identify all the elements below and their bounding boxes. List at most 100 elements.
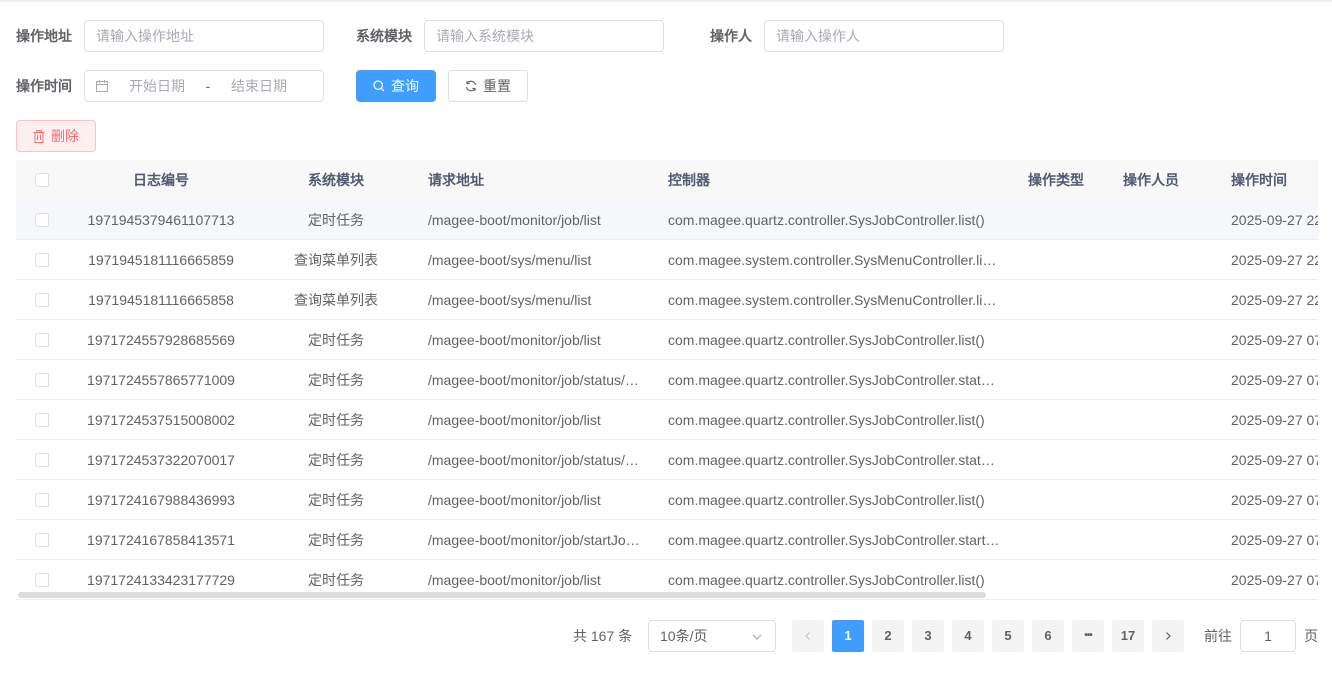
cell-url: /magee-boot/monitor/job/list [428, 332, 601, 348]
row-checkbox[interactable] [35, 453, 49, 467]
page-1[interactable]: 1 [832, 620, 864, 652]
start-date-input[interactable]: 开始日期 [122, 76, 192, 96]
module-input-wrapper [424, 20, 664, 52]
delete-button-label: 删除 [51, 128, 79, 144]
horizontal-scrollbar[interactable] [18, 592, 986, 598]
cell-time: 2025-09-27 07 [1231, 452, 1318, 468]
cell-time: 2025-09-27 07 [1231, 572, 1318, 588]
cell-user [1111, 440, 1191, 480]
column-header-type[interactable]: 操作类型 [1016, 160, 1096, 200]
module-input[interactable] [425, 21, 663, 51]
column-header-time[interactable]: 操作时间 [1231, 160, 1318, 200]
cell-url: /magee-boot/monitor/job/startJo… [428, 532, 640, 548]
row-checkbox[interactable] [35, 533, 49, 547]
trash-icon [33, 129, 45, 143]
cell-id: 1971724537515008002 [87, 412, 235, 428]
row-checkbox[interactable] [35, 333, 49, 347]
chevron-right-icon [1166, 632, 1171, 640]
cell-user [1111, 520, 1191, 560]
date-separator: - [205, 78, 211, 94]
row-checkbox[interactable] [35, 573, 49, 587]
date-range-picker[interactable]: 开始日期 - 结束日期 [84, 70, 324, 102]
cell-type [1016, 520, 1096, 560]
cell-module: 定时任务 [308, 532, 364, 548]
table-row[interactable]: 1971724537322070017 定时任务/magee-boot/monit… [16, 440, 1318, 480]
cell-controller: com.magee.system.controller.SysMenuContr… [668, 252, 997, 268]
cell-id: 1971724557928685569 [87, 332, 235, 348]
next-page-button[interactable] [1152, 620, 1184, 652]
column-header-controller[interactable]: 控制器 [668, 160, 1000, 200]
table-row[interactable]: 1971724537515008002 定时任务/magee-boot/monit… [16, 400, 1318, 440]
cell-controller: com.magee.quartz.controller.SysJobContro… [668, 332, 985, 348]
reset-button[interactable]: 重置 [448, 70, 528, 102]
cell-time: 2025-09-27 07 [1231, 332, 1318, 348]
table-row[interactable]: 1971724557928685569 定时任务/magee-boot/monit… [16, 320, 1318, 360]
page-5[interactable]: 5 [992, 620, 1024, 652]
cell-module: 查询菜单列表 [294, 252, 378, 268]
row-checkbox[interactable] [35, 253, 49, 267]
table-row[interactable]: 1971724167988436993 定时任务/magee-boot/monit… [16, 480, 1318, 520]
cell-module: 定时任务 [308, 212, 364, 228]
column-header-id[interactable]: 日志编号 [76, 160, 246, 200]
column-header-user[interactable]: 操作人员 [1111, 160, 1191, 200]
table-row[interactable]: 1971724557865771009 定时任务/magee-boot/monit… [16, 360, 1318, 400]
table-row[interactable]: 1971945181116665858 查询菜单列表/magee-boot/sys… [16, 280, 1318, 320]
page-6[interactable]: 6 [1032, 620, 1064, 652]
search-button[interactable]: 查询 [356, 70, 436, 102]
prev-page-button[interactable] [792, 620, 824, 652]
page-2[interactable]: 2 [872, 620, 904, 652]
row-checkbox[interactable] [35, 493, 49, 507]
cell-type [1016, 560, 1096, 600]
operator-input[interactable] [765, 21, 1003, 51]
cell-user [1111, 480, 1191, 520]
delete-button[interactable]: 删除 [16, 120, 96, 152]
page-size-select[interactable]: 10条/页 [648, 620, 776, 652]
cell-module: 查询菜单列表 [294, 292, 378, 308]
cell-type [1016, 400, 1096, 440]
module-label: 系统模块 [356, 28, 412, 44]
cell-url: /magee-boot/monitor/job/status/… [428, 452, 639, 468]
cell-user [1111, 560, 1191, 600]
cell-module: 定时任务 [308, 492, 364, 508]
operation-log-table: 日志编号 系统模块 请求地址 控制器 操作类型 操作人员 操作时间 197194… [16, 160, 1318, 600]
page-17[interactable]: 17 [1112, 620, 1144, 652]
table-row[interactable]: 1971724167858413571 定时任务/magee-boot/monit… [16, 520, 1318, 560]
cell-user [1111, 360, 1191, 400]
row-checkbox[interactable] [35, 293, 49, 307]
cell-id: 1971724537322070017 [87, 452, 235, 468]
select-all-checkbox[interactable] [35, 173, 49, 187]
row-checkbox[interactable] [35, 373, 49, 387]
end-date-input[interactable]: 结束日期 [224, 76, 294, 96]
table-row[interactable]: 1971945379461107713 定时任务/magee-boot/monit… [16, 200, 1318, 240]
cell-id: 1971724167988436993 [87, 492, 235, 508]
chevron-left-icon [805, 632, 810, 640]
cell-type [1016, 360, 1096, 400]
cell-module: 定时任务 [308, 452, 364, 468]
table-row[interactable]: 1971945181116665859 查询菜单列表/magee-boot/sys… [16, 240, 1318, 280]
row-checkbox[interactable] [35, 213, 49, 227]
page-4[interactable]: 4 [952, 620, 984, 652]
cell-user [1111, 200, 1191, 240]
address-input[interactable] [85, 21, 323, 51]
row-checkbox[interactable] [35, 413, 49, 427]
cell-user [1111, 400, 1191, 440]
column-header-url[interactable]: 请求地址 [428, 160, 644, 200]
cell-url: /magee-boot/monitor/job/list [428, 212, 601, 228]
cell-controller: com.magee.quartz.controller.SysJobContro… [668, 412, 985, 428]
cell-url: /magee-boot/monitor/job/list [428, 412, 601, 428]
column-header-module[interactable]: 系统模块 [271, 160, 401, 200]
cell-user [1111, 280, 1191, 320]
cell-time: 2025-09-27 22 [1231, 292, 1318, 308]
cell-time: 2025-09-27 07 [1231, 492, 1318, 508]
reset-button-label: 重置 [483, 78, 511, 94]
cell-user [1111, 240, 1191, 280]
page-3[interactable]: 3 [912, 620, 944, 652]
cell-time: 2025-09-27 07 [1231, 412, 1318, 428]
cell-id: 1971945181116665859 [88, 252, 234, 268]
goto-page-input[interactable]: 1 [1240, 620, 1296, 652]
more-pages-button[interactable]: ••• [1072, 620, 1104, 652]
cell-time: 2025-09-27 22 [1231, 252, 1318, 268]
cell-url: /magee-boot/sys/menu/list [428, 252, 592, 268]
calendar-icon [96, 80, 108, 92]
cell-type [1016, 280, 1096, 320]
